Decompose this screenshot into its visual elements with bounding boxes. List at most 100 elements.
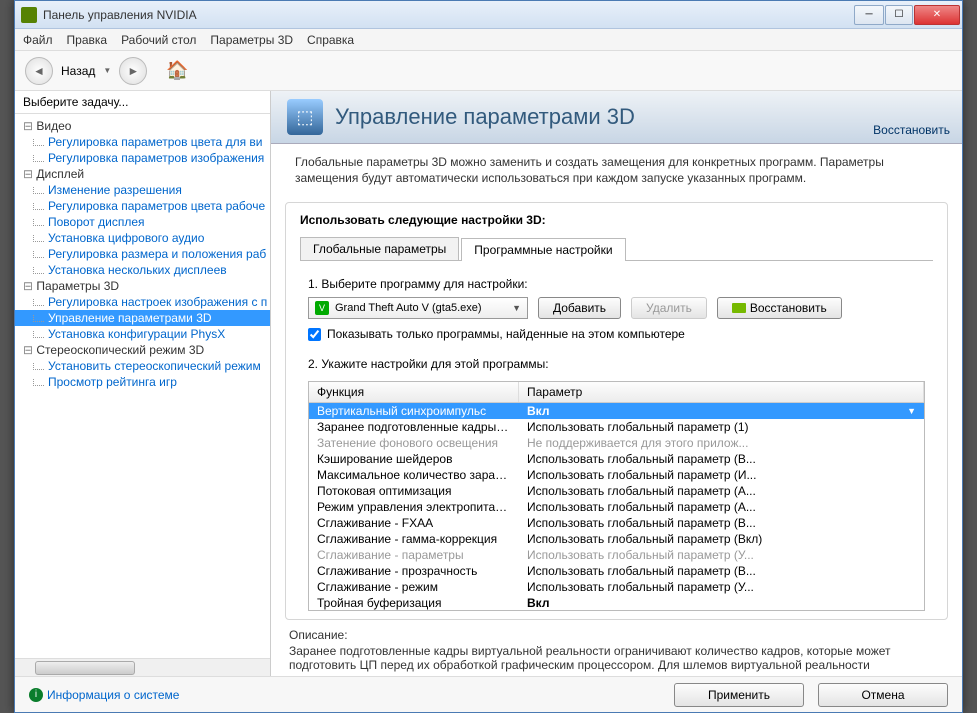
tree-item[interactable]: Регулировка параметров цвета для ви xyxy=(15,134,270,150)
program-select[interactable]: V Grand Theft Auto V (gta5.exe) ▼ xyxy=(308,297,528,319)
step2-label: 2. Укажите настройки для этой программы: xyxy=(308,357,933,371)
back-button[interactable]: ◄ xyxy=(25,57,53,85)
description-block: Описание: Заранее подготовленные кадры в… xyxy=(271,620,962,676)
restore-button[interactable]: Восстановить xyxy=(717,297,842,319)
settings-tabs: Глобальные параметры Программные настрой… xyxy=(300,237,933,261)
cell-parameter: Не поддерживается для этого прилож... xyxy=(519,435,924,451)
grid-body[interactable]: Вертикальный синхроимпульсВкл▼Заранее по… xyxy=(309,403,924,610)
grid-header: Функция Параметр xyxy=(309,382,924,403)
add-button[interactable]: Добавить xyxy=(538,297,621,319)
grid-row[interactable]: Сглаживание - параметрыИспользовать глоб… xyxy=(309,547,924,563)
tree-category[interactable]: Параметры 3D xyxy=(15,278,270,294)
tree-category[interactable]: Видео xyxy=(15,118,270,134)
system-info-link[interactable]: i Информация о системе xyxy=(29,688,179,702)
col-header-parameter[interactable]: Параметр xyxy=(519,382,924,402)
tree-item[interactable]: Поворот дисплея xyxy=(15,214,270,230)
menu-help[interactable]: Справка xyxy=(307,33,354,47)
cell-function: Затенение фонового освещения xyxy=(309,435,519,451)
chevron-down-icon[interactable]: ▼ xyxy=(907,406,916,416)
cell-parameter[interactable]: Вкл▼ xyxy=(519,403,924,419)
scrollbar-thumb[interactable] xyxy=(35,661,135,675)
description-title: Описание: xyxy=(289,628,944,642)
tab-program[interactable]: Программные настройки xyxy=(461,238,625,261)
info-icon: i xyxy=(29,688,43,702)
tab-global[interactable]: Глобальные параметры xyxy=(300,237,459,260)
remove-button[interactable]: Удалить xyxy=(631,297,707,319)
sidebar-title: Выберите задачу... xyxy=(15,91,270,114)
tree-item[interactable]: Установить стереоскопический режим xyxy=(15,358,270,374)
col-header-function[interactable]: Функция xyxy=(309,382,519,402)
show-only-found-checkbox[interactable] xyxy=(308,328,321,341)
tree-item[interactable]: Установка конфигурации PhysX xyxy=(15,326,270,342)
step1-label: 1. Выберите программу для настройки: xyxy=(308,277,933,291)
cell-function: Вертикальный синхроимпульс xyxy=(309,403,519,419)
tree-category[interactable]: Дисплей xyxy=(15,166,270,182)
window-title: Панель управления NVIDIA xyxy=(43,8,854,22)
window-controls: ─ ☐ ✕ xyxy=(854,5,960,25)
back-dropdown-icon[interactable]: ▼ xyxy=(103,66,111,75)
grid-row[interactable]: Режим управления электропитаниемИспользо… xyxy=(309,499,924,515)
page-icon: ⬚ xyxy=(287,99,323,135)
grid-row[interactable]: Заранее подготовленные кадры вирту...Исп… xyxy=(309,419,924,435)
restore-defaults-link[interactable]: Восстановить xyxy=(873,123,950,137)
tree-item[interactable]: Регулировка настроек изображения с п xyxy=(15,294,270,310)
cell-parameter: Использовать глобальный параметр (В... xyxy=(519,515,924,531)
description-body: Заранее подготовленные кадры виртуальной… xyxy=(289,644,944,672)
main-panel: ⬚ Управление параметрами 3D Восстановить… xyxy=(271,91,962,676)
tree-item[interactable]: Изменение разрешения xyxy=(15,182,270,198)
sidebar: Выберите задачу... ВидеоРегулировка пара… xyxy=(15,91,271,676)
grid-row[interactable]: Кэширование шейдеровИспользовать глобаль… xyxy=(309,451,924,467)
titlebar[interactable]: Панель управления NVIDIA ─ ☐ ✕ xyxy=(15,1,962,29)
page-description: Глобальные параметры 3D можно заменить и… xyxy=(271,144,962,196)
cell-function: Сглаживание - FXAA xyxy=(309,515,519,531)
tree-item[interactable]: Установка нескольких дисплеев xyxy=(15,262,270,278)
grid-row[interactable]: Затенение фонового освещенияНе поддержив… xyxy=(309,435,924,451)
toolbar: ◄ Назад ▼ ► 🏠 xyxy=(15,51,962,91)
app-icon xyxy=(21,7,37,23)
tree-category[interactable]: Стереоскопический режим 3D xyxy=(15,342,270,358)
menu-file[interactable]: Файл xyxy=(23,33,53,47)
menu-desktop[interactable]: Рабочий стол xyxy=(121,33,196,47)
close-button[interactable]: ✕ xyxy=(914,5,960,25)
cell-parameter: Использовать глобальный параметр (Вкл) xyxy=(519,531,924,547)
tree-item[interactable]: Просмотр рейтинга игр xyxy=(15,374,270,390)
cell-parameter: Использовать глобальный параметр (А... xyxy=(519,483,924,499)
tree-item[interactable]: Регулировка параметров изображения xyxy=(15,150,270,166)
grid-row[interactable]: Сглаживание - прозрачностьИспользовать г… xyxy=(309,563,924,579)
task-tree[interactable]: ВидеоРегулировка параметров цвета для ви… xyxy=(15,114,270,658)
program-selected-text: Grand Theft Auto V (gta5.exe) xyxy=(335,302,512,314)
menu-edit[interactable]: Правка xyxy=(67,33,108,47)
cell-function: Сглаживание - прозрачность xyxy=(309,563,519,579)
grid-row[interactable]: Сглаживание - FXAAИспользовать глобальны… xyxy=(309,515,924,531)
cell-function: Максимальное количество заранее под... xyxy=(309,467,519,483)
tree-item[interactable]: Установка цифрового аудио xyxy=(15,230,270,246)
cell-function: Сглаживание - режим xyxy=(309,579,519,595)
app-window: Панель управления NVIDIA ─ ☐ ✕ Файл Прав… xyxy=(14,0,963,713)
cell-parameter: Вкл xyxy=(519,595,924,610)
apply-button[interactable]: Применить xyxy=(674,683,804,707)
program-icon: V xyxy=(315,301,329,315)
grid-row[interactable]: Сглаживание - режимИспользовать глобальн… xyxy=(309,579,924,595)
grid-row[interactable]: Потоковая оптимизацияИспользовать глобал… xyxy=(309,483,924,499)
tree-item[interactable]: Регулировка размера и положения раб xyxy=(15,246,270,262)
forward-button[interactable]: ► xyxy=(119,57,147,85)
cell-function: Потоковая оптимизация xyxy=(309,483,519,499)
nvidia-icon xyxy=(732,303,746,313)
grid-row[interactable]: Вертикальный синхроимпульсВкл▼ xyxy=(309,403,924,419)
cancel-button[interactable]: Отмена xyxy=(818,683,948,707)
cell-function: Тройная буферизация xyxy=(309,595,519,610)
tree-item[interactable]: Управление параметрами 3D xyxy=(15,310,270,326)
maximize-button[interactable]: ☐ xyxy=(885,5,913,25)
menu-params3d[interactable]: Параметры 3D xyxy=(210,33,293,47)
grid-row[interactable]: Сглаживание - гамма-коррекцияИспользоват… xyxy=(309,531,924,547)
cell-parameter: Использовать глобальный параметр (У... xyxy=(519,547,924,563)
sidebar-hscroll[interactable] xyxy=(15,658,270,676)
page-title: Управление параметрами 3D xyxy=(335,104,635,130)
home-icon[interactable]: 🏠 xyxy=(165,59,189,83)
minimize-button[interactable]: ─ xyxy=(854,5,884,25)
tree-item[interactable]: Регулировка параметров цвета рабоче xyxy=(15,198,270,214)
settings-heading: Использовать следующие настройки 3D: xyxy=(300,213,933,227)
menubar: Файл Правка Рабочий стол Параметры 3D Сп… xyxy=(15,29,962,51)
grid-row[interactable]: Максимальное количество заранее под...Ис… xyxy=(309,467,924,483)
grid-row[interactable]: Тройная буферизацияВкл xyxy=(309,595,924,610)
